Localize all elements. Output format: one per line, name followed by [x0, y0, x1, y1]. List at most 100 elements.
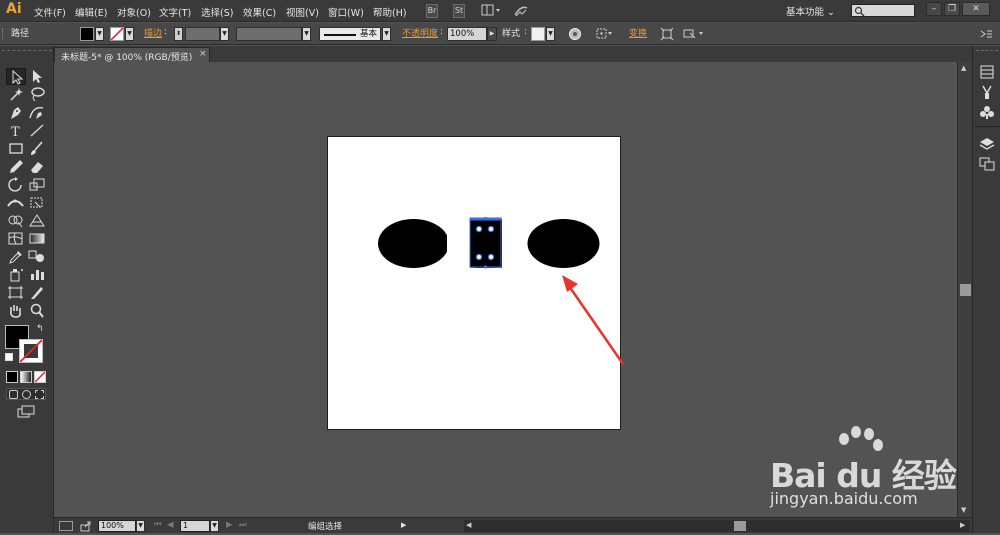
direct-selection-tool-icon[interactable] [27, 68, 47, 85]
layers-panel-icon[interactable] [978, 136, 996, 152]
menu-help[interactable]: 帮助(H) [373, 5, 407, 19]
default-fill-stroke-icon[interactable] [5, 353, 13, 361]
type-tool-icon[interactable]: T [6, 122, 26, 140]
hand-tool-icon[interactable] [6, 302, 26, 319]
zoom-dropdown[interactable]: ▼ [136, 520, 145, 532]
brush-dropdown[interactable]: ▼ [382, 27, 391, 41]
last-artboard-icon[interactable]: ⏭ [239, 520, 247, 530]
gradient-tool-icon[interactable] [27, 230, 47, 247]
column-graph-tool-icon[interactable] [27, 266, 47, 283]
zoom-tool-icon[interactable] [27, 302, 47, 319]
artboards-panel-icon[interactable] [978, 156, 996, 172]
slice-tool-icon[interactable] [27, 284, 47, 301]
arrange-documents-icon[interactable] [481, 4, 501, 18]
pencil-tool-icon[interactable] [6, 158, 26, 175]
none-mode-icon[interactable] [34, 371, 46, 383]
share-icon[interactable] [80, 520, 92, 532]
gradient-mode-icon[interactable] [20, 371, 32, 383]
stroke-swatch[interactable] [110, 27, 124, 41]
control-panel-menu-icon[interactable] [978, 27, 994, 41]
workspace-switcher[interactable]: 基本功能 ⌄ [786, 4, 835, 18]
scroll-left-icon[interactable]: ◀ [466, 521, 471, 529]
menu-edit[interactable]: 编辑(E) [75, 5, 107, 19]
perspective-grid-tool-icon[interactable] [27, 212, 47, 229]
isolate-object-icon[interactable] [660, 27, 674, 41]
brush-definition-field[interactable]: 基本 [319, 27, 381, 41]
draw-normal-icon[interactable] [9, 390, 18, 399]
magic-wand-tool-icon[interactable] [6, 86, 26, 103]
help-search-input[interactable] [851, 4, 915, 17]
path-anchor[interactable] [483, 216, 488, 221]
stroke-label[interactable]: 描边 [144, 27, 162, 41]
stock-button[interactable]: St [453, 4, 465, 18]
eyedropper-tool-icon[interactable] [6, 248, 26, 265]
horizontal-scroll-thumb[interactable] [734, 521, 746, 531]
screen-mode-icon[interactable] [16, 405, 36, 419]
opacity-label[interactable]: 不透明度 [402, 27, 438, 41]
rotate-tool-icon[interactable] [6, 176, 26, 193]
artboard-dropdown[interactable]: ▼ [210, 520, 219, 532]
lasso-tool-icon[interactable] [27, 86, 47, 103]
scale-tool-icon[interactable] [27, 176, 47, 193]
menu-object[interactable]: 对象(O) [117, 5, 151, 19]
first-artboard-icon[interactable]: ⏮ [154, 520, 162, 530]
draw-behind-icon[interactable] [22, 390, 31, 399]
document-tab[interactable]: 未标题-5* @ 100% (RGB/预览) × [54, 47, 210, 63]
menu-effect[interactable]: 效果(C) [243, 5, 276, 19]
scroll-right-icon[interactable]: ▶ [960, 521, 965, 529]
vertical-scroll-thumb[interactable] [960, 284, 971, 296]
eraser-tool-icon[interactable] [27, 158, 47, 175]
graphic-style-swatch[interactable] [531, 27, 545, 41]
menu-type[interactable]: 文字(T) [159, 5, 191, 19]
stroke-weight-dropdown[interactable]: ▼ [220, 27, 229, 41]
menu-view[interactable]: 视图(V) [286, 5, 319, 19]
stroke-dropdown[interactable]: ▼ [125, 27, 134, 41]
recolor-artwork-icon[interactable] [568, 27, 582, 41]
artboard-nav-icon[interactable] [59, 521, 73, 531]
pen-tool-icon[interactable] [6, 104, 26, 121]
anchor-point[interactable] [487, 253, 495, 261]
restore-button[interactable]: ❐ [944, 2, 960, 16]
close-tab-icon[interactable]: × [199, 49, 207, 59]
color-mode-icon[interactable] [6, 371, 18, 383]
bridge-button[interactable]: Br [426, 4, 438, 18]
anchor-point[interactable] [475, 225, 483, 233]
shape-builder-tool-icon[interactable] [6, 212, 26, 229]
menu-select[interactable]: 选择(S) [201, 5, 233, 19]
selection-options-icon[interactable] [682, 27, 706, 41]
left-ellipse-shape[interactable] [378, 219, 449, 268]
zoom-level-input[interactable]: 100% [98, 520, 136, 532]
dock-grip[interactable] [976, 50, 998, 55]
stroke-weight-stepper[interactable]: ⬍ [174, 27, 183, 41]
graphic-style-dropdown[interactable]: ▼ [546, 27, 555, 41]
previous-artboard-icon[interactable]: ◀ [167, 520, 174, 530]
symbols-panel-icon[interactable] [978, 104, 996, 120]
next-artboard-icon[interactable]: ▶ [226, 520, 233, 530]
swap-fill-stroke-icon[interactable]: ↰ [36, 324, 44, 334]
stroke-weight-field[interactable] [185, 27, 220, 41]
symbol-sprayer-tool-icon[interactable] [6, 266, 26, 283]
scroll-up-icon[interactable]: ▲ [961, 64, 966, 72]
transform-link[interactable]: 变换 [629, 27, 647, 41]
stroke-color-box[interactable] [19, 339, 43, 363]
opacity-input[interactable]: 100% [447, 27, 487, 41]
artboard-number-input[interactable]: 1 [180, 520, 210, 532]
mesh-tool-icon[interactable] [6, 230, 26, 247]
variable-width-profile[interactable] [236, 27, 302, 41]
gpu-performance-icon[interactable] [512, 3, 530, 19]
width-tool-icon[interactable] [6, 194, 26, 211]
opacity-flyout[interactable]: ▶ [487, 27, 497, 41]
anchor-point[interactable] [475, 253, 483, 261]
free-transform-tool-icon[interactable] [27, 194, 47, 211]
menu-file[interactable]: 文件(F) [34, 5, 66, 19]
blend-tool-icon[interactable] [27, 248, 47, 265]
color-guide-panel-icon[interactable] [978, 64, 996, 80]
status-menu-icon[interactable]: ▶ [401, 521, 406, 529]
fill-swatch[interactable] [80, 27, 94, 41]
rectangle-tool-icon[interactable] [6, 140, 26, 157]
selection-tool-icon[interactable] [6, 68, 26, 85]
close-window-button[interactable]: ✕ [962, 2, 990, 16]
draw-inside-icon[interactable] [35, 390, 44, 399]
right-ellipse-shape[interactable] [527, 219, 600, 268]
line-segment-tool-icon[interactable] [27, 122, 47, 139]
